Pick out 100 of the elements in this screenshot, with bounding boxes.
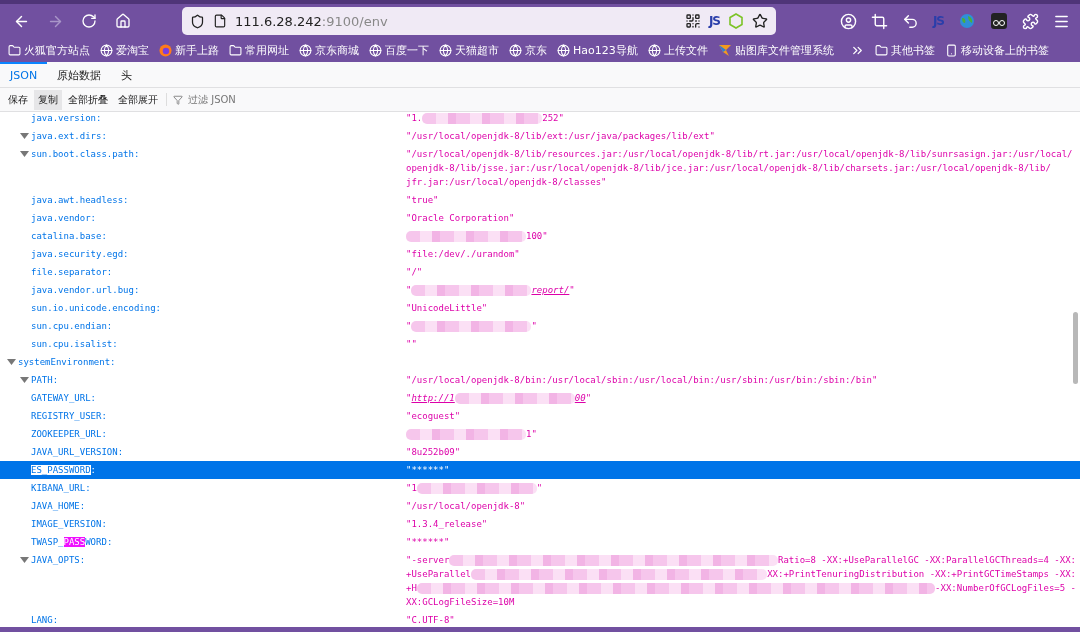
json-value: "UnicodeLittle": [406, 302, 488, 315]
json-value: "/usr/local/openjdk-8/lib/ext:/usr/java/packages/lib/ext": [406, 130, 715, 143]
json-value: XX:+PrintTenuringDistribution -XX:+PrintGCTimeStamps -XX:: [767, 568, 1076, 581]
mask-icon[interactable]: [990, 12, 1008, 30]
bookmark-item[interactable]: Hao123导航: [557, 42, 638, 58]
bookmark-item[interactable]: 爱淘宝: [100, 42, 149, 58]
json-value: 252": [542, 112, 564, 125]
expand-triangle-icon[interactable]: [19, 377, 29, 383]
json-value: "": [406, 338, 417, 351]
json-value: ": [406, 320, 412, 333]
json-value: "1.3.4_release": [406, 518, 488, 531]
globe-icon: [100, 43, 113, 57]
json-value: "1.: [406, 112, 423, 125]
account-icon[interactable]: [839, 12, 857, 30]
bookmark-item[interactable]: 火狐官方站点: [8, 42, 90, 58]
bookmark-item[interactable]: 新手上路: [159, 42, 219, 58]
json-value: "/usr/local/openjdk-8/bin:/usr/local/sbin:/usr/local/bin:/usr/sbin:/usr/bin:/sbin:/bin": [406, 374, 878, 387]
value-link[interactable]: http://1: [411, 391, 455, 405]
json-value: 1": [526, 428, 537, 441]
globe-icon: [369, 43, 382, 57]
toolbar-button[interactable]: 全部折叠: [64, 89, 112, 110]
expand-triangle-icon[interactable]: [6, 359, 16, 365]
shield-icon[interactable]: [190, 13, 205, 29]
viewer-tab[interactable]: 原始数据: [47, 62, 112, 87]
filter-icon: [173, 94, 183, 105]
json-value: "8u252b09": [406, 446, 461, 459]
value-link[interactable]: 00: [574, 391, 586, 405]
bookmark-item[interactable]: 上传文件: [647, 42, 708, 58]
json-key: KIBANA_URL:: [31, 481, 91, 495]
json-key: sun.boot.class.path:: [31, 147, 140, 161]
json-key: IMAGE_VERSION:: [31, 517, 107, 531]
json-value: "/": [406, 266, 423, 279]
bookmark-star-icon[interactable]: [752, 13, 768, 29]
json-value: "1: [406, 482, 417, 495]
json-key: JAVA_HOME:: [31, 499, 86, 513]
json-key: file.separator:: [31, 265, 113, 279]
json-value: ": [531, 320, 537, 333]
folder-icon: [8, 43, 21, 57]
extension-label[interactable]: JS: [708, 14, 720, 28]
bookmark-item[interactable]: 京东商城: [299, 42, 359, 58]
extensions-icon[interactable]: [1022, 12, 1039, 30]
viewer-tab[interactable]: 头: [111, 62, 143, 87]
fox-logo-icon: [159, 43, 172, 57]
toolbar-button[interactable]: 复制: [34, 89, 62, 110]
scrollbar-thumb[interactable]: [1073, 312, 1078, 384]
json-value: ": [569, 284, 575, 297]
filter-field[interactable]: 过滤 JSON: [186, 93, 310, 106]
json-value: "ecoguest": [406, 410, 461, 423]
expand-triangle-icon[interactable]: [19, 557, 29, 563]
json-value: Ratio=8 -XX:+UseParallelGC -XX:ParallelGCThreads=4 -XX:: [778, 554, 1076, 567]
json-value: ": [536, 482, 543, 495]
bookmark-item[interactable]: 京东: [509, 42, 547, 58]
url-text: 111.6.28.242:9100/env: [235, 13, 389, 29]
globe-icon: [647, 43, 661, 57]
expand-triangle-icon[interactable]: [19, 133, 29, 139]
json-value: "/usr/local/openjdk-8/lib/resources.jar:/usr/local/openjdk-8/lib/rt.jar:/usr/local/openjdk-8/lib/sunrsasign.jar:/usr/local/: [406, 148, 1073, 161]
expand-triangle-icon[interactable]: [19, 151, 29, 157]
json-value: "******": [406, 464, 450, 477]
folder-icon: [229, 43, 242, 57]
json-value: "true": [406, 194, 439, 207]
json-value: "file:/dev/./urandom": [406, 248, 520, 261]
bookmark-item[interactable]: 常用网址: [229, 42, 289, 58]
app-logo-icon: [717, 43, 732, 57]
json-key: sun.cpu.endian:: [31, 319, 113, 333]
globe-icon: [439, 43, 452, 57]
bookmark-item[interactable]: 其他书签: [874, 42, 935, 58]
globe-icon: [299, 43, 312, 57]
json-key: TWASP_: [31, 537, 64, 547]
bookmark-item[interactable]: 移动设备上的书签: [944, 42, 1049, 58]
toolbar-button[interactable]: 全部展开: [114, 89, 162, 110]
value-link[interactable]: report/: [531, 283, 570, 297]
json-key: sun.io.unicode.encoding:: [31, 301, 162, 315]
json-value: ": [406, 284, 412, 297]
toolbar-button[interactable]: 保存: [4, 89, 32, 110]
json-value: "-server: [406, 554, 450, 567]
json-key: java.security.egd:: [31, 247, 129, 261]
json-value: ": [585, 392, 592, 405]
json-key: REGISTRY_USER:: [31, 409, 107, 423]
json-key: JAVA_OPTS:: [31, 553, 86, 567]
crop-icon[interactable]: [870, 12, 888, 30]
qr-code-icon[interactable]: [684, 13, 701, 29]
json-key: LANG:: [31, 613, 59, 627]
json-key: java.version:: [31, 112, 102, 125]
reload-icon: [81, 13, 97, 29]
selected-row[interactable]: ES_PASSWORD: "******": [0, 461, 1080, 479]
globe-icon: [509, 43, 522, 57]
json-key: ZOOKEEPER_URL:: [31, 427, 107, 441]
json-value: jfr.jar:/usr/local/openjdk-8/classes": [406, 176, 607, 189]
json-value: 100": [526, 230, 548, 243]
json-key: :: [90, 465, 97, 475]
selected-text: ES_PASSWORD: [31, 465, 91, 475]
bookmark-item[interactable]: 天猫超市: [439, 42, 499, 58]
bookmark-item[interactable]: 贴图库文件管理系统: [717, 42, 834, 58]
json-key: systemEnvironment:: [18, 355, 116, 369]
bookmark-item[interactable]: 百度一下: [369, 42, 429, 58]
json-key: GATEWAY_URL:: [31, 391, 97, 405]
address-bar[interactable]: 111.6.28.242:9100/env JS: [182, 7, 776, 35]
json-key: JAVA_URL_VERSION:: [31, 445, 124, 459]
folder-icon: [874, 43, 888, 57]
undo-icon[interactable]: [901, 12, 919, 30]
